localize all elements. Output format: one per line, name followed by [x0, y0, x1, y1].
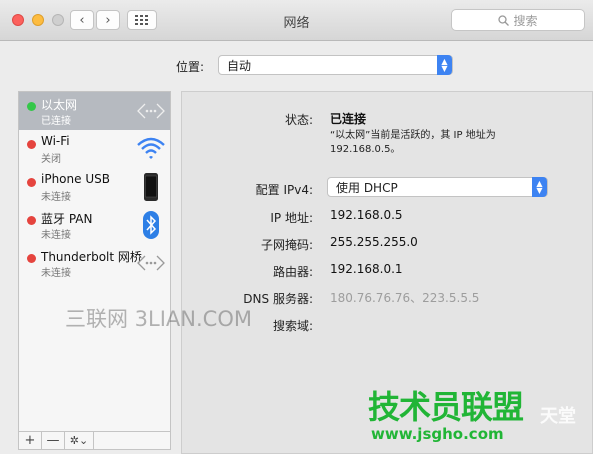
configure-ipv4-label: 配置 IPv4: — [255, 183, 313, 197]
status-value: 已连接 — [330, 112, 367, 126]
search-field[interactable]: 搜索 — [451, 9, 585, 31]
search-icon — [498, 14, 510, 26]
service-status: 未连接 — [41, 268, 71, 279]
search-placeholder: 搜索 — [513, 13, 538, 28]
subnet-mask-label: 子网掩码: — [260, 238, 313, 252]
service-status: 未连接 — [41, 230, 71, 241]
service-item-bluetooth-pan[interactable]: 蓝牙 PAN 未连接 — [19, 206, 170, 244]
service-status: 关闭 — [41, 154, 61, 165]
router-value: 192.168.0.1 — [330, 262, 403, 276]
popup-arrows-icon: ▲ ▼ — [437, 55, 452, 75]
status-dot — [27, 102, 36, 111]
sidebar-toolbar: + — ✲⌄ — [18, 432, 171, 450]
bluetooth-icon — [143, 211, 159, 239]
status-dot — [27, 178, 36, 187]
title-bar: ‹ › 网络 搜索 — [0, 0, 593, 41]
service-item-ethernet[interactable]: 以太网 已连接 — [19, 92, 170, 130]
service-name: Thunderbolt 网桥 — [41, 250, 142, 264]
service-name: 以太网 — [41, 98, 78, 112]
ethernet-icon — [137, 103, 165, 119]
status-note: “以太网”当前是活跃的，其 IP 地址为 192.168.0.5。 — [330, 130, 496, 155]
ethernet-icon — [137, 255, 165, 271]
watermark-right-main: 技术员联盟 — [368, 388, 524, 426]
status-label: 状态: — [284, 113, 313, 127]
service-list[interactable]: 以太网 已连接 Wi-Fi 关闭 iPhone USB 未连接 蓝牙 PAN 未… — [18, 91, 171, 432]
service-name: 蓝牙 PAN — [41, 212, 93, 226]
popup-arrows-icon: ▲ ▼ — [532, 177, 547, 197]
dns-server-value: 180.76.76.76、223.5.5.5 — [330, 291, 480, 305]
subnet-mask-value: 255.255.255.0 — [330, 235, 418, 249]
router-label: 路由器: — [272, 265, 313, 279]
status-dot — [27, 254, 36, 263]
location-popup[interactable]: 自动 ▲ ▼ — [218, 55, 453, 75]
watermark-right-url: www.jsgho.com — [371, 425, 504, 443]
watermark-right-small: 天堂 — [540, 406, 576, 427]
ip-address-label: IP 地址: — [270, 211, 313, 225]
service-name: Wi-Fi — [41, 134, 70, 148]
iphone-icon — [144, 173, 158, 201]
watermark-left: 三联网 3LIAN.COM — [65, 307, 252, 331]
remove-service-button[interactable]: — — [42, 432, 65, 449]
service-status: 未连接 — [41, 192, 71, 203]
location-label: 位置: — [176, 60, 205, 74]
service-status: 已连接 — [41, 116, 71, 127]
status-dot — [27, 216, 36, 225]
service-name: iPhone USB — [41, 172, 110, 186]
ip-address-value: 192.168.0.5 — [330, 208, 403, 222]
add-service-button[interactable]: + — [19, 432, 42, 449]
service-item-thunderbolt-bridge[interactable]: Thunderbolt 网桥 未连接 — [19, 244, 170, 282]
status-dot — [27, 140, 36, 149]
configure-ipv4-value: 使用 DHCP — [336, 180, 398, 195]
location-value: 自动 — [227, 58, 252, 73]
wifi-icon — [137, 137, 165, 159]
configure-ipv4-popup[interactable]: 使用 DHCP ▲ ▼ — [327, 177, 548, 197]
service-item-wifi[interactable]: Wi-Fi 关闭 — [19, 130, 170, 168]
gear-menu-button[interactable]: ✲⌄ — [65, 432, 94, 449]
service-item-iphone-usb[interactable]: iPhone USB 未连接 — [19, 168, 170, 206]
